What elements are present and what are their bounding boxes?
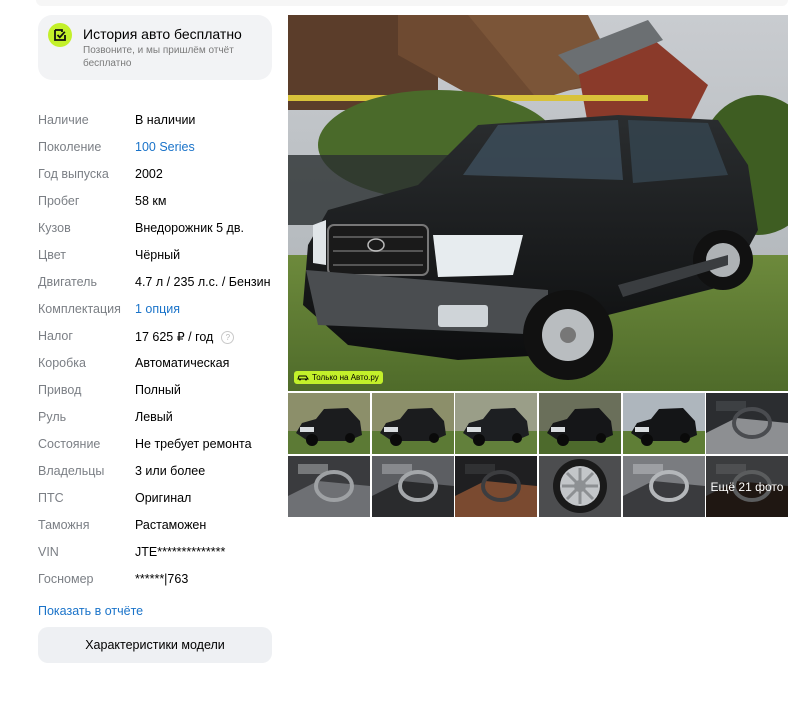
spec-row: Таможня Растаможен — [38, 515, 278, 542]
spec-value-text: В наличии — [135, 113, 196, 127]
spec-row: Двигатель 4.7 л / 235 л.с. / Бензин — [38, 272, 278, 299]
check-badge-icon — [48, 23, 72, 47]
history-subtitle: Позвоните, и мы пришлём отчёт бесплатно — [83, 45, 234, 69]
spec-value-text: 1 опция — [135, 302, 181, 316]
spec-label: Комплектация — [38, 302, 121, 316]
spec-value: В наличии — [135, 113, 195, 127]
spec-value: ******|763 — [135, 572, 188, 586]
spec-label: Коробка — [38, 356, 86, 370]
spec-row: Поколение 100 Series — [38, 137, 278, 164]
spec-row: Комплектация 1 опция — [38, 299, 278, 326]
spec-label: Госномер — [38, 572, 94, 586]
spec-row: ПТС Оригинал — [38, 488, 278, 515]
spec-label: Кузов — [38, 221, 71, 235]
spec-label: Цвет — [38, 248, 67, 262]
badge-label: Только на Авто.ру — [312, 373, 379, 382]
spec-value-text: Полный — [135, 383, 181, 397]
spec-row: Кузов Внедорожник 5 дв. — [38, 218, 278, 245]
spec-label: Привод — [38, 383, 82, 397]
spec-label: Поколение — [38, 140, 102, 154]
spec-value: Полный — [135, 383, 181, 397]
spec-row: Состояние Не требует ремонта — [38, 434, 278, 461]
spec-value: 2002 — [135, 167, 163, 181]
spec-value-text: JTE************** — [135, 545, 226, 559]
spec-label: Пробег — [38, 194, 80, 208]
spec-row: Цвет Чёрный — [38, 245, 278, 272]
spec-value-text: 4.7 л / 235 л.с. / Бензин — [135, 275, 271, 289]
spec-value-text: 3 или более — [135, 464, 206, 478]
spec-value: 3 или более — [135, 464, 205, 478]
spec-row: Госномер ******|763 — [38, 569, 278, 596]
spec-row: Налог 17 625 ₽ / год? — [38, 326, 278, 353]
spec-value: JTE************** — [135, 545, 225, 559]
gallery-thumbnail[interactable] — [372, 393, 454, 454]
gallery-thumbnail[interactable] — [455, 393, 537, 454]
spec-value: 4.7 л / 235 л.с. / Бензин — [135, 275, 270, 289]
gallery-thumbnail[interactable] — [623, 456, 705, 517]
spec-value-text: Не требует ремонта — [135, 437, 252, 451]
gallery-thumbnail[interactable] — [539, 456, 621, 517]
spec-value-text: Левый — [135, 410, 173, 424]
spec-value-text: Внедорожник 5 дв. — [135, 221, 244, 235]
spec-label: Двигатель — [38, 275, 97, 289]
spec-label: ПТС — [38, 491, 64, 505]
main-photo[interactable]: Только на Авто.ру — [288, 15, 788, 391]
gallery-thumbnail[interactable]: Ещё 21 фото — [706, 456, 788, 517]
spec-label: Наличие — [38, 113, 89, 127]
spec-value: 17 625 ₽ / год? — [135, 329, 235, 344]
spec-label: Год выпуска — [38, 167, 109, 181]
show-in-report-link[interactable]: Показать в отчёте — [38, 604, 143, 618]
spec-value: Не требует ремонта — [135, 437, 252, 451]
spec-value: Автоматическая — [135, 356, 229, 370]
gallery-thumbnail[interactable] — [455, 456, 537, 517]
spec-value-text: 17 625 ₽ / год — [135, 330, 214, 344]
spec-row: Пробег 58 км — [38, 191, 278, 218]
gallery-thumbnail[interactable] — [372, 456, 454, 517]
spec-value-text: 2002 — [135, 167, 163, 181]
spec-row: Год выпуска 2002 — [38, 164, 278, 191]
spec-value-text: Автоматическая — [135, 356, 230, 370]
spec-row: Наличие В наличии — [38, 110, 278, 137]
gallery-thumbnail[interactable] — [539, 393, 621, 454]
history-card[interactable]: История авто бесплатно Позвоните, и мы п… — [38, 15, 272, 80]
spec-value-text: ******|763 — [135, 572, 189, 586]
history-title: История авто бесплатно — [83, 26, 242, 42]
spec-label: Руль — [38, 410, 67, 424]
only-on-avto-badge: Только на Авто.ру — [294, 371, 383, 384]
top-strip — [36, 0, 788, 6]
spec-value-link[interactable]: 1 опция — [135, 302, 180, 316]
gallery-thumbnail[interactable] — [288, 456, 370, 517]
spec-label: Владельцы — [38, 464, 105, 478]
spec-list: Наличие В наличии Поколение 100 Series Год в… — [38, 110, 278, 596]
gallery-thumbnail[interactable] — [706, 393, 788, 454]
spec-value-text: 100 Series — [135, 140, 195, 154]
spec-value: Растаможен — [135, 518, 206, 532]
spec-value-text: Оригинал — [135, 491, 192, 505]
spec-value: Левый — [135, 410, 173, 424]
spec-value-text: 58 км — [135, 194, 167, 208]
spec-value: Оригинал — [135, 491, 191, 505]
spec-value: Внедорожник 5 дв. — [135, 221, 244, 235]
spec-row: Коробка Автоматическая — [38, 353, 278, 380]
more-photos-overlay[interactable]: Ещё 21 фото — [706, 456, 788, 517]
car-icon — [297, 375, 309, 381]
spec-label: VIN — [38, 545, 59, 559]
spec-row: Владельцы 3 или более — [38, 461, 278, 488]
help-icon[interactable]: ? — [221, 331, 235, 344]
spec-value-text: Растаможен — [135, 518, 207, 532]
model-specs-button[interactable]: Характеристики модели — [38, 627, 272, 663]
spec-row: VIN JTE************** — [38, 542, 278, 569]
spec-label: Налог — [38, 329, 73, 343]
gallery-thumbnail[interactable] — [288, 393, 370, 454]
spec-label: Таможня — [38, 518, 90, 532]
spec-label: Состояние — [38, 437, 101, 451]
spec-value: Чёрный — [135, 248, 180, 262]
spec-row: Руль Левый — [38, 407, 278, 434]
spec-value-text: Чёрный — [135, 248, 181, 262]
spec-value-link[interactable]: 100 Series — [135, 140, 195, 154]
spec-value: 58 км — [135, 194, 166, 208]
spec-row: Привод Полный — [38, 380, 278, 407]
gallery-thumbnail[interactable] — [623, 393, 705, 454]
